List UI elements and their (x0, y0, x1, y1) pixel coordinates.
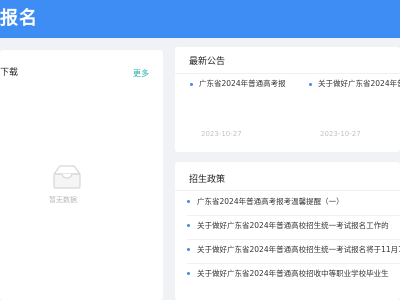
bullet-dot-icon (187, 200, 190, 203)
notice-item-text: 广东省2024年普通高考报 (199, 79, 286, 88)
policy-item-text: 关于做好广东省2024年普通高校招生统一考试报名工作的 (197, 221, 389, 230)
notices-title: 最新公告 (189, 57, 226, 67)
empty-state-text: 暂无数据 (49, 196, 77, 204)
empty-box-icon (53, 165, 81, 189)
policy-item[interactable]: 关于做好广东省2024年普通高校招生统一考试报名将于11月1日开 (187, 240, 400, 264)
policy-item[interactable]: 关于做好广东省2024年普通高校招收中等职业学校毕业生 (187, 264, 400, 284)
notice-item-text: 关于做好广东省2024年普 (318, 79, 400, 88)
policy-item[interactable]: 关于做好广东省2024年普通高校招生统一考试报名工作的 (187, 216, 400, 240)
notice-item[interactable]: 广东省2024年普通高考报 2023-10-27 (187, 77, 292, 141)
admission-policy-panel: 招生政策 广东省2024年普通高考报考温馨提醒（一） 关于做好广东省2024年普… (175, 162, 400, 300)
divider (175, 190, 400, 191)
top-header-bar: 报名 (0, 0, 400, 38)
notice-item-date: 2023-10-27 (320, 130, 361, 138)
divider (175, 73, 400, 74)
bullet-dot-icon (187, 272, 190, 275)
latest-notices-panel: 最新公告 广东省2024年普通高考报 2023-10-27 关于做好广东省202… (175, 47, 400, 152)
downloads-panel: 下载 更多 暂无数据 (0, 50, 163, 300)
bullet-dot-icon (309, 83, 312, 86)
bullet-dot-icon (190, 83, 193, 86)
notice-item-date: 2023-10-27 (201, 130, 242, 138)
policy-item-text: 关于做好广东省2024年普通高校招生统一考试报名将于11月1日开 (197, 245, 400, 254)
bullet-dot-icon (187, 248, 190, 251)
more-link[interactable]: 更多 (133, 68, 149, 79)
notice-item[interactable]: 关于做好广东省2024年普 2023-10-27 (306, 77, 400, 141)
bullet-dot-icon (187, 224, 190, 227)
downloads-title: 下载 (0, 68, 19, 78)
policy-item[interactable]: 广东省2024年普通高考报考温馨提醒（一） (187, 192, 400, 216)
page-title: 报名 (0, 8, 38, 29)
policy-item-text: 广东省2024年普通高考报考温馨提醒（一） (197, 197, 344, 206)
policies-title: 招生政策 (189, 175, 226, 185)
policy-item-text: 关于做好广东省2024年普通高校招收中等职业学校毕业生 (197, 269, 389, 278)
